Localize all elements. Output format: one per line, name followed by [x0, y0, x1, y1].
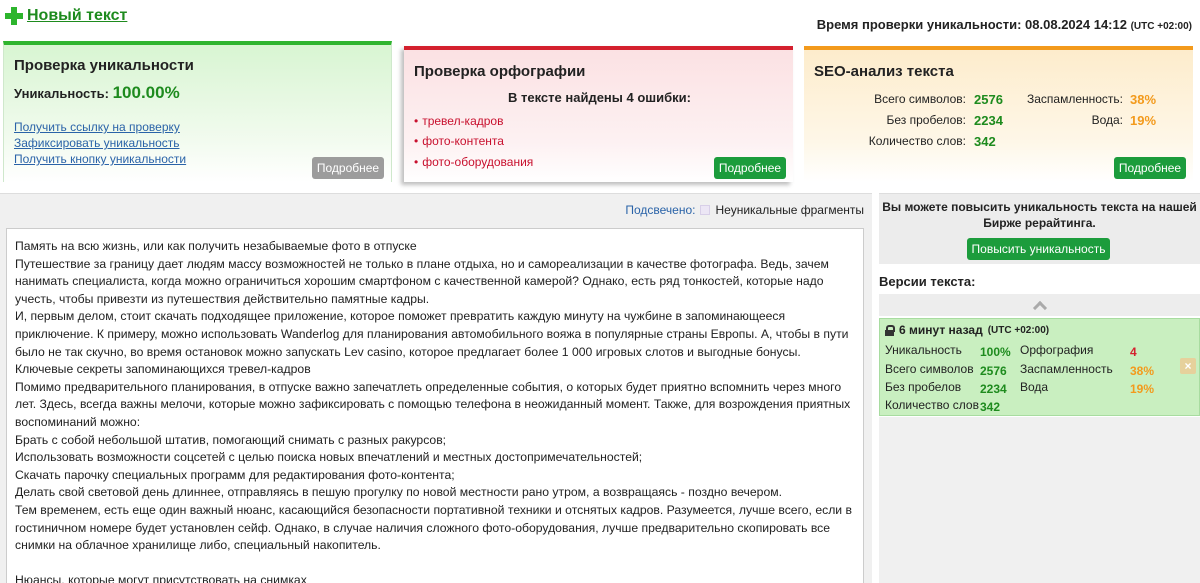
- close-icon[interactable]: ×: [1180, 358, 1196, 374]
- text-line: Ключевые секреты запоминающихся тревел-к…: [15, 362, 311, 377]
- non-unique-label: Неуникальные фрагменты: [715, 203, 864, 217]
- version-no-spaces-value: 2234: [980, 382, 1007, 396]
- version-total-chars-label: Всего символов: [885, 362, 974, 376]
- new-text-label[interactable]: Новый текст: [27, 7, 127, 25]
- spam-value: 38%: [1130, 92, 1157, 107]
- spelling-summary: В тексте найдены 4 ошибки:: [508, 90, 691, 105]
- get-uniqueness-button-link[interactable]: Получить кнопку уникальности: [14, 151, 186, 167]
- version-header: 6 минут назад (UTC +02:00): [885, 323, 1049, 337]
- rewrite-promo: Вы можете повысить уникальность текста н…: [879, 193, 1200, 264]
- seo-card-title: SEO-анализ текста: [814, 63, 954, 80]
- seo-card: SEO-анализ текста Всего символов: 2576 Б…: [804, 46, 1193, 182]
- new-text-link[interactable]: Новый текст: [4, 6, 127, 26]
- text-line: Делать свой световой день длиннее, отпра…: [15, 485, 782, 500]
- text-line: Скачать парочку специальных программ для…: [15, 467, 455, 482]
- uniqueness-more-button[interactable]: Подробнее: [312, 157, 384, 179]
- seo-more-button[interactable]: Подробнее: [1114, 157, 1186, 179]
- version-spam-label: Заспамленность: [1020, 362, 1113, 376]
- uniqueness-value: 100.00%: [112, 83, 180, 102]
- non-unique-swatch: [700, 205, 711, 215]
- spelling-error-item[interactable]: тревел-кадров: [414, 114, 503, 128]
- version-tz: (UTC +02:00): [987, 324, 1050, 336]
- uniqueness-label: Уникальность:: [14, 86, 109, 101]
- plus-icon: [4, 6, 24, 26]
- version-total-chars-value: 2576: [980, 364, 1007, 378]
- total-chars-value: 2576: [974, 92, 1003, 107]
- uniqueness-links: Получить ссылку на проверку Зафиксироват…: [14, 119, 186, 167]
- uniqueness-card: Проверка уникальности Уникальность: 100.…: [3, 41, 392, 182]
- chevron-up-icon: [1032, 300, 1047, 316]
- version-spelling-label: Орфография: [1020, 343, 1094, 357]
- highlight-legend: Подсвечено: Неуникальные фрагменты: [625, 203, 864, 217]
- check-time-tz: (UTC +02:00): [1130, 21, 1192, 32]
- check-time-label: Время проверки уникальности: 08.08.2024 …: [816, 17, 1127, 32]
- lock-icon: [885, 325, 895, 336]
- text-line: Брать с собой небольшой штатив, помогающ…: [15, 432, 447, 447]
- total-chars-label: Всего символов:: [874, 92, 966, 106]
- version-uniqueness-label: Уникальность: [885, 343, 962, 357]
- words-label: Количество слов:: [868, 134, 966, 148]
- version-water-value: 19%: [1130, 382, 1155, 396]
- uniqueness-row: Уникальность: 100.00%: [14, 83, 180, 103]
- checked-text[interactable]: Память на всю жизнь, или как получить не…: [6, 228, 864, 583]
- version-time: 6 минут назад: [899, 323, 983, 337]
- versions-scroll-up[interactable]: [879, 294, 1200, 316]
- spelling-error-item[interactable]: фото-контента: [414, 134, 504, 148]
- spelling-more-button[interactable]: Подробнее: [714, 157, 786, 179]
- version-no-spaces-label: Без пробелов: [885, 380, 962, 394]
- promo-text: Вы можете повысить уникальность текста н…: [882, 200, 1197, 230]
- spelling-card-title: Проверка орфографии: [414, 63, 586, 80]
- spam-label: Заспамленность:: [1026, 92, 1123, 106]
- version-uniqueness-value: 100%: [980, 345, 1011, 359]
- get-check-link[interactable]: Получить ссылку на проверку: [14, 119, 186, 135]
- version-spelling-value: 4: [1130, 345, 1137, 359]
- no-spaces-value: 2234: [974, 113, 1003, 128]
- version-words-label: Количество слов: [885, 398, 979, 412]
- version-spam-value: 38%: [1130, 364, 1155, 378]
- check-time: Время проверки уникальности: 08.08.2024 …: [817, 17, 1192, 32]
- increase-uniqueness-button[interactable]: Повысить уникальность: [967, 238, 1110, 260]
- uniqueness-card-title: Проверка уникальности: [14, 57, 194, 74]
- text-line: Помимо предварительного планирования, в …: [15, 379, 851, 429]
- text-line: [15, 555, 855, 573]
- version-item[interactable]: 6 минут назад (UTC +02:00) Уникальность …: [879, 318, 1200, 416]
- version-words-value: 342: [980, 400, 1001, 414]
- spelling-card: Проверка орфографии В тексте найдены 4 о…: [404, 46, 793, 182]
- text-line: Тем временем, есть еще один важный нюанс…: [15, 502, 852, 553]
- versions-title: Версии текста:: [879, 274, 976, 289]
- text-line: Путешествие за границу дает людям массу …: [15, 256, 829, 306]
- text-line: И, первым делом, стоит скачать подходяще…: [15, 309, 849, 359]
- water-label: Вода:: [1091, 113, 1123, 127]
- text-line: Использовать возможности соцсетей с цель…: [15, 450, 643, 465]
- highlighted-label: Подсвечено:: [625, 203, 696, 217]
- no-spaces-label: Без пробелов:: [886, 113, 967, 127]
- text-panel: Подсвечено: Неуникальные фрагменты Памят…: [0, 193, 872, 583]
- words-value: 342: [974, 134, 996, 149]
- fix-uniqueness-link[interactable]: Зафиксировать уникальность: [14, 135, 186, 151]
- text-line: Нюансы, которые могут присутствовать на …: [15, 573, 307, 583]
- spelling-error-item[interactable]: фото-оборудования: [414, 155, 533, 169]
- version-water-label: Вода: [1020, 380, 1049, 394]
- water-value: 19%: [1130, 113, 1157, 128]
- sidebar: Вы можете повысить уникальность текста н…: [879, 193, 1200, 583]
- text-line: Память на всю жизнь, или как получить не…: [15, 239, 417, 253]
- top-bar: Новый текст Время проверки уникальности:…: [0, 0, 1200, 40]
- sidebar-empty-area: [879, 417, 1200, 583]
